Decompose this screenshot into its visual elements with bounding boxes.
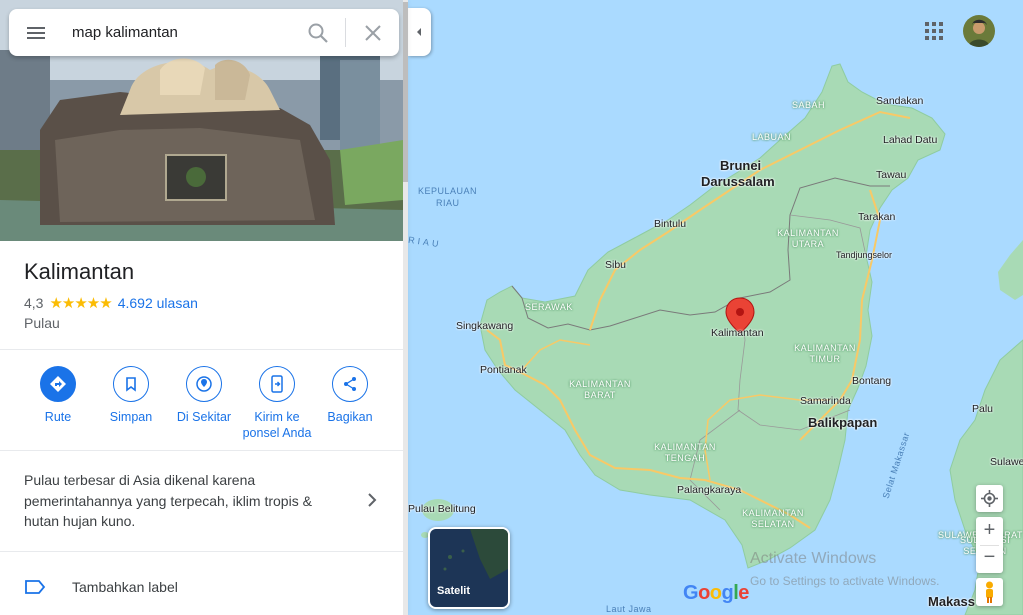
region-label: SERAWAK (525, 302, 573, 312)
sea-label: Laut Jawa (606, 604, 652, 614)
big-city-label: Makass (928, 594, 975, 609)
city-label: Sulawe (990, 456, 1023, 468)
pin-label: Kalimantan (711, 327, 764, 339)
search-icon[interactable] (307, 22, 329, 44)
apps-grid-icon[interactable] (925, 22, 943, 40)
add-label-row[interactable]: Tambahkan label (0, 566, 403, 608)
place-type: Pulau (24, 315, 60, 331)
sea-label: KEPULAUAN (418, 186, 478, 196)
city-label: Samarinda (800, 395, 851, 407)
caret-left-icon (417, 28, 421, 36)
rating-value: 4,3 (24, 295, 44, 311)
city-label: Pontianak (480, 364, 527, 376)
region-label: KALIMANTAN UTARA (777, 228, 839, 249)
zoom-in-button[interactable]: + (976, 519, 1003, 542)
city-label: Palu (972, 403, 994, 415)
city-label: Bintulu (654, 218, 687, 230)
zoom-control: + − (976, 517, 1003, 573)
region-label: SABAH (792, 100, 826, 110)
city-label: Singkawang (456, 320, 514, 332)
reviews-link[interactable]: 4.692 ulasan (118, 295, 198, 311)
city-label: Tandjungselor (836, 250, 893, 260)
city-label: Pulau Belitung (408, 503, 476, 515)
divider (0, 450, 403, 451)
region-label: LABUAN (752, 132, 792, 142)
place-panel: map kalimantan Kalimantan 4,3 ★★★★★ 4.69… (0, 0, 403, 615)
save-button[interactable]: Simpan (95, 366, 167, 425)
region-label: KALIMANTAN SELATAN (742, 508, 804, 529)
city-label: Tarakan (858, 211, 896, 223)
send-to-phone-button[interactable]: Kirim ke ponsel Anda (241, 366, 313, 441)
directions-icon (50, 376, 66, 392)
search-divider (345, 18, 346, 47)
country-label: Darussalam (701, 174, 775, 189)
country-label: Brunei (720, 158, 762, 173)
scrollbar-thumb[interactable] (403, 2, 408, 182)
city-label: Sandakan (876, 95, 924, 107)
city-label: Palangkaraya (677, 484, 742, 496)
city-label: Sibu (605, 259, 627, 271)
region-label: KALIMANTAN TIMUR (794, 343, 856, 364)
save-label: Simpan (109, 410, 153, 424)
share-icon (344, 377, 356, 391)
label-icon (25, 580, 46, 594)
send-to-phone-icon (271, 375, 283, 393)
nearby-button[interactable]: Di Sekitar (168, 366, 240, 425)
satellite-layer-button[interactable]: Satelit (428, 527, 510, 609)
big-city-label: Balikpapan (808, 415, 878, 430)
search-box: map kalimantan (9, 9, 399, 56)
avatar[interactable] (963, 15, 995, 47)
zoom-out-button[interactable]: − (976, 546, 1003, 569)
my-location-button[interactable] (976, 485, 1003, 512)
share-label: Bagikan (327, 410, 373, 424)
sea-label: RIAU (436, 198, 460, 208)
rating-row: 4,3 ★★★★★ 4.692 ulasan (24, 294, 198, 312)
crosshair-icon (981, 490, 998, 507)
collapse-panel-button[interactable] (408, 8, 431, 56)
divider (0, 349, 403, 350)
activation-watermark-sub: Go to Settings to activate Windows. (750, 574, 940, 588)
panel-scrollbar[interactable] (403, 0, 408, 615)
google-logo: Google (683, 582, 749, 604)
chevron-right-icon[interactable] (363, 491, 381, 509)
city-label: Tawau (876, 169, 907, 181)
directions-button[interactable]: Rute (22, 366, 94, 425)
activation-watermark: Activate Windows (750, 550, 877, 567)
add-label-text: Tambahkan label (72, 579, 178, 595)
place-description[interactable]: Pulau terbesar di Asia dikenal karena pe… (24, 470, 334, 532)
region-label: KALIMANTAN TENGAH (654, 442, 716, 463)
share-button[interactable]: Bagikan (314, 366, 386, 425)
city-label: Lahad Datu (883, 134, 938, 146)
nearby-icon (196, 376, 212, 392)
city-label: Bontang (852, 375, 892, 387)
directions-label: Rute (44, 410, 72, 424)
place-title: Kalimantan (24, 259, 135, 284)
rating-stars: ★★★★★ (49, 295, 112, 312)
street-view-pegman-button[interactable] (976, 578, 1003, 606)
pegman-icon (986, 581, 993, 603)
satellite-label: Satelit (437, 585, 471, 597)
send-to-phone-label: Kirim ke ponsel Anda (242, 410, 312, 440)
divider (0, 551, 403, 552)
bookmark-icon (126, 377, 136, 392)
search-input[interactable]: map kalimantan (72, 24, 178, 41)
close-icon[interactable] (362, 22, 384, 44)
nearby-label: Di Sekitar (176, 410, 232, 424)
region-label: KALIMANTAN BARAT (569, 379, 631, 400)
hamburger-menu-icon[interactable] (25, 22, 47, 44)
